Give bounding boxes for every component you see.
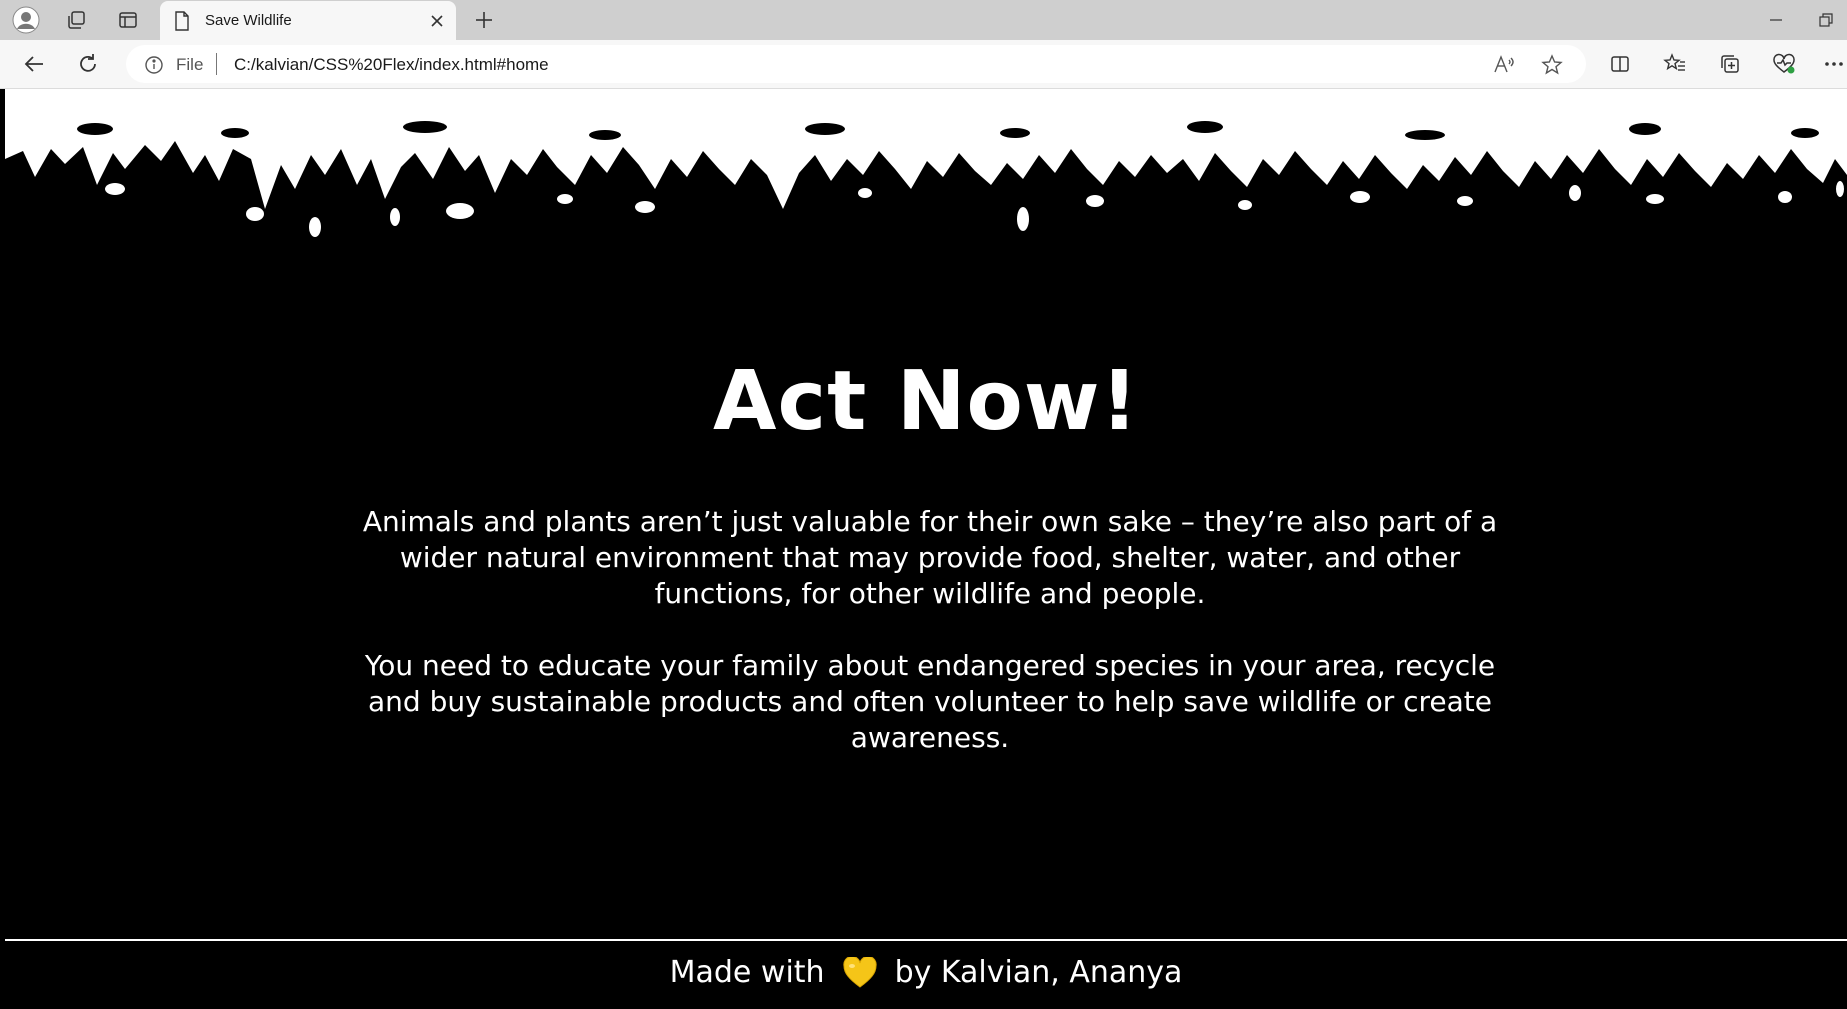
page-footer: Made with by Kalvian, Ananya bbox=[5, 939, 1847, 1009]
back-arrow-icon[interactable] bbox=[16, 47, 52, 81]
hero-title: Act Now! bbox=[713, 354, 1139, 449]
tab-save-wildlife[interactable]: Save Wildlife bbox=[160, 1, 456, 40]
refresh-icon[interactable] bbox=[70, 47, 106, 81]
restore-window-icon[interactable] bbox=[1803, 0, 1847, 40]
browser-toolbar: File C:/kalvian/CSS%20Flex/index.html#ho… bbox=[0, 40, 1847, 89]
footer-made-with: Made with bbox=[669, 955, 825, 990]
paint-splash-decoration bbox=[5, 89, 1847, 237]
yellow-heart-icon bbox=[842, 955, 877, 989]
info-icon[interactable] bbox=[144, 55, 164, 75]
more-options-icon[interactable] bbox=[1820, 47, 1847, 81]
favorites-icon[interactable] bbox=[1657, 47, 1693, 81]
profile-icon[interactable] bbox=[8, 4, 44, 36]
new-tab-button[interactable] bbox=[466, 4, 502, 36]
web-page: Act Now! Animals and plants aren’t just … bbox=[5, 89, 1847, 1009]
hero-paragraph-1: Animals and plants aren’t just valuable … bbox=[362, 505, 1498, 610]
tab-title: Save Wildlife bbox=[205, 12, 292, 29]
read-aloud-icon[interactable] bbox=[1492, 53, 1516, 77]
footer-authors: by Kalvian, Ananya bbox=[894, 955, 1183, 990]
browser-essentials-icon[interactable] bbox=[1766, 47, 1802, 81]
address-url[interactable]: C:/kalvian/CSS%20Flex/index.html#home bbox=[234, 55, 549, 75]
split-screen-icon[interactable] bbox=[1602, 47, 1638, 81]
address-scheme-label: File bbox=[176, 55, 204, 74]
browser-tab-bar: Save Wildlife bbox=[0, 0, 1847, 40]
close-tab-icon[interactable] bbox=[426, 10, 448, 32]
collections-icon[interactable] bbox=[1712, 47, 1748, 81]
favorite-star-icon[interactable] bbox=[1540, 53, 1564, 77]
hero-paragraph-2: You need to educate your family about en… bbox=[364, 649, 1496, 754]
footer-credit: Made with by Kalvian, Ananya bbox=[5, 955, 1847, 990]
address-bar[interactable]: File C:/kalvian/CSS%20Flex/index.html#ho… bbox=[126, 45, 1586, 83]
minimize-window-icon[interactable] bbox=[1753, 0, 1799, 40]
address-divider bbox=[216, 53, 217, 75]
page-icon bbox=[174, 11, 190, 31]
tab-actions-icon[interactable] bbox=[110, 4, 146, 36]
workspaces-icon[interactable] bbox=[58, 4, 94, 36]
